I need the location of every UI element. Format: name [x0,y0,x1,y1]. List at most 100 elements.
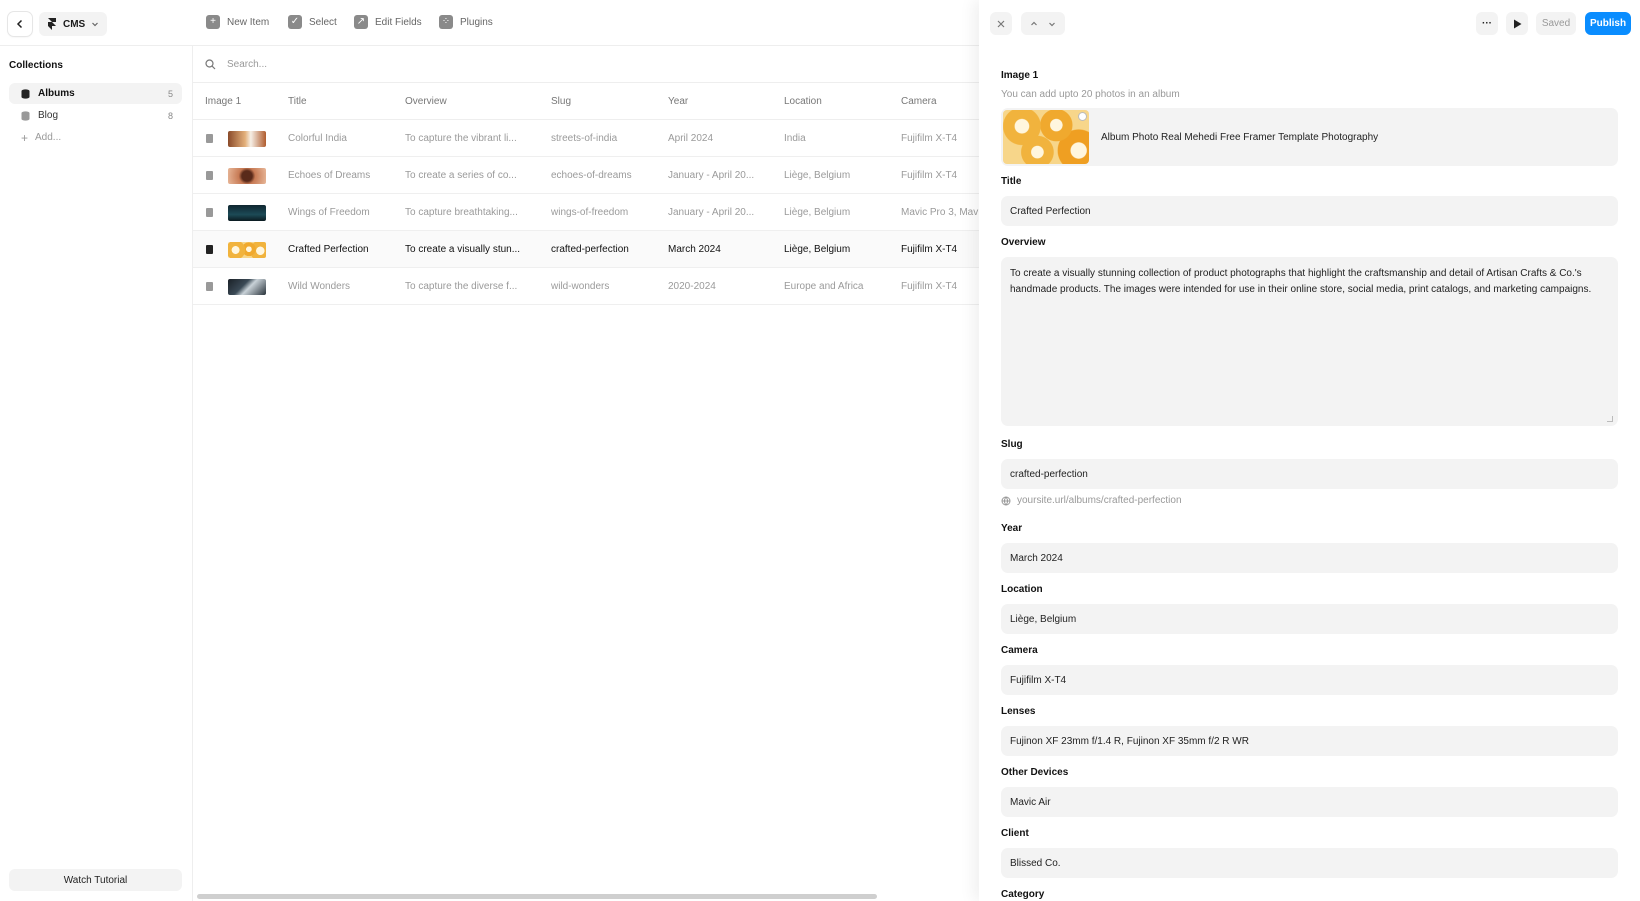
item-editor-panel: ··· Saved Publish Image 1 You can add up… [979,0,1640,901]
image-caption: Album Photo Real Mehedi Free Framer Temp… [1101,131,1379,143]
publish-button[interactable]: Publish [1585,12,1631,35]
column-header-overview[interactable]: Overview [405,96,545,107]
table-row[interactable]: Wild Wonders To capture the diverse f...… [193,268,979,305]
plugins-icon: ⁘ [439,15,453,29]
cell-overview: To create a series of co... [405,169,517,181]
database-icon [21,88,30,99]
slug-field-label: Slug [1001,439,1023,450]
title-input[interactable]: Crafted Perfection [1001,196,1618,226]
sidebar-item-blog[interactable]: Blog 8 [9,105,182,126]
document-icon [206,245,213,254]
collection-table: Search... Image 1 Title Overview Slug Ye… [193,46,979,901]
image-field[interactable]: Album Photo Real Mehedi Free Framer Temp… [1001,108,1618,166]
cell-location: Liège, Belgium [784,243,851,255]
cell-title: Wild Wonders [288,280,351,292]
item-navigation[interactable] [1021,12,1065,35]
close-icon [997,20,1005,27]
cell-year: January - April 20... [668,206,755,218]
select-button[interactable]: ✓ Select [288,15,337,29]
location-field-label: Location [1001,584,1043,595]
column-header-title[interactable]: Title [288,96,398,107]
plugins-button[interactable]: ⁘ Plugins [439,15,493,29]
slug-url-text: yoursite.url/albums/crafted-perfection [1017,495,1182,506]
chevron-left-icon [16,19,23,29]
cell-camera: Fujifilm X-T4 [901,280,958,292]
remove-image-icon[interactable] [1078,112,1087,121]
cell-title: Crafted Perfection [288,243,369,255]
overview-textarea[interactable]: To create a visually stunning collection… [1001,257,1618,426]
table-row[interactable]: Wings of Freedom To capture breathtaking… [193,194,979,231]
document-icon [206,208,213,217]
cms-app: CMS + New Item ✓ Select ↗ Edit Fields ⁘ … [0,0,979,901]
project-label: CMS [63,18,86,30]
thumbnail-image [228,168,266,184]
sidebar-item-label: Albums [38,88,75,99]
watch-tutorial-button[interactable]: Watch Tutorial [9,869,182,891]
location-input[interactable]: Liège, Belgium [1001,604,1618,634]
table-row[interactable]: Echoes of Dreams To create a series of c… [193,157,979,194]
sidebar-item-albums[interactable]: Albums 5 [9,83,182,104]
project-switcher[interactable]: CMS [39,12,108,36]
edit-fields-label: Edit Fields [375,16,422,28]
category-field-label: Category [1001,889,1045,900]
thumbnail-image [228,205,266,221]
add-label: Add... [35,132,62,143]
camera-input[interactable]: Fujifilm X-T4 [1001,665,1618,695]
column-header-location[interactable]: Location [784,96,896,107]
search-bar[interactable]: Search... [193,46,979,83]
back-button[interactable] [8,12,32,36]
more-options-button[interactable]: ··· [1476,12,1498,35]
table-row[interactable]: Colorful India To capture the vibrant li… [193,120,979,157]
new-item-button[interactable]: + New Item [206,15,269,29]
check-icon: ✓ [288,15,302,29]
cell-slug: wild-wonders [551,280,610,292]
cell-location: Liège, Belgium [784,206,851,218]
collections-heading: Collections [9,60,63,71]
select-label: Select [309,16,337,28]
resize-handle-icon[interactable] [1607,416,1613,422]
search-input[interactable]: Search... [227,59,267,70]
client-input[interactable]: Blissed Co. [1001,848,1618,878]
document-icon [206,171,213,180]
document-icon [206,134,213,143]
more-icon: ··· [1482,18,1492,29]
close-button[interactable] [990,12,1012,35]
cell-overview: To capture the vibrant li... [405,132,517,144]
sidebar-item-label: Blog [38,110,59,121]
cell-title: Echoes of Dreams [288,169,371,181]
document-icon [206,282,213,291]
column-header-year[interactable]: Year [668,96,780,107]
column-header-image[interactable]: Image 1 [205,96,241,107]
column-header-camera[interactable]: Camera [901,96,981,107]
image-field-label: Image 1 [1001,70,1039,81]
plus-icon: + [206,15,220,29]
add-collection-button[interactable]: + Add... [9,127,182,148]
chevron-up-icon[interactable] [1030,20,1038,28]
camera-field-label: Camera [1001,645,1038,656]
horizontal-scrollbar[interactable] [197,894,877,899]
cell-slug: wings-of-freedom [551,206,629,218]
thumbnail-image [228,242,266,258]
cell-slug: echoes-of-dreams [551,169,632,181]
edit-fields-button[interactable]: ↗ Edit Fields [354,15,422,29]
cell-year: January - April 20... [668,169,755,181]
preview-button[interactable] [1506,12,1528,35]
column-header-slug[interactable]: Slug [551,96,663,107]
lenses-input[interactable]: Fujinon XF 23mm f/1.4 R, Fujinon XF 35mm… [1001,726,1618,756]
thumbnail-image [228,131,266,147]
year-input[interactable]: March 2024 [1001,543,1618,573]
globe-icon [1001,496,1011,505]
item-count: 8 [167,110,173,121]
thumbnail-image [228,279,266,295]
album-photo [1003,110,1089,164]
table-row-selected[interactable]: Crafted Perfection To create a visually … [193,231,979,268]
slug-input[interactable]: crafted-perfection [1001,459,1618,489]
collections-sidebar: Collections Albums 5 Blog 8 + Add... Wat… [0,46,193,901]
cell-camera: Mavic Pro 3, Mav [901,206,979,218]
other-devices-input[interactable]: Mavic Air [1001,787,1618,817]
year-field-label: Year [1001,523,1023,534]
new-item-label: New Item [227,16,270,28]
overview-field-label: Overview [1001,237,1046,248]
cell-year: 2020-2024 [668,280,716,292]
chevron-down-icon[interactable] [1048,20,1056,28]
